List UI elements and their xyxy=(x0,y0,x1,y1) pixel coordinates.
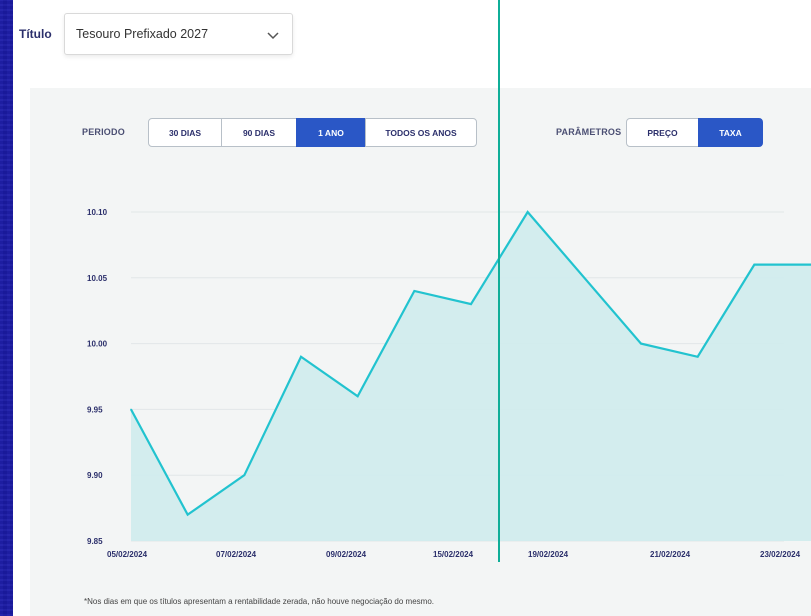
data-point xyxy=(526,211,529,213)
x-tick-label: 19/02/2024 xyxy=(528,550,569,559)
y-tick-label: 10.00 xyxy=(87,340,108,349)
data-point xyxy=(696,355,699,358)
data-point xyxy=(356,395,359,398)
x-tick-label: 05/02/2024 xyxy=(107,550,148,559)
data-point xyxy=(186,513,189,516)
y-tick-label: 10.10 xyxy=(87,208,108,217)
footnote: *Nos dias em que os títulos apresentam a… xyxy=(84,597,434,606)
x-tick-label: 23/02/2024 xyxy=(760,550,801,559)
y-tick-label: 10.05 xyxy=(87,274,108,283)
data-point xyxy=(640,342,642,345)
x-tick-label: 07/02/2024 xyxy=(216,550,257,559)
x-tick-label: 09/02/2024 xyxy=(326,550,367,559)
area-fill xyxy=(131,212,811,541)
y-tick-label: 9.90 xyxy=(87,471,103,480)
data-point xyxy=(130,408,132,411)
data-point xyxy=(243,474,246,477)
hover-cursor-line xyxy=(498,0,500,562)
data-point xyxy=(413,290,416,292)
x-tick-label: 15/02/2024 xyxy=(433,550,474,559)
data-point xyxy=(470,303,472,305)
y-tick-label: 9.95 xyxy=(87,405,103,414)
data-point xyxy=(300,355,302,358)
data-point xyxy=(753,263,756,266)
x-tick-label: 21/02/2024 xyxy=(650,550,691,559)
y-tick-label: 9.85 xyxy=(87,537,103,546)
rate-chart: 9.85 9.90 9.95 10.00 10.05 10.10 05/02/2024 07/… xyxy=(87,208,811,559)
data-point xyxy=(583,277,586,279)
